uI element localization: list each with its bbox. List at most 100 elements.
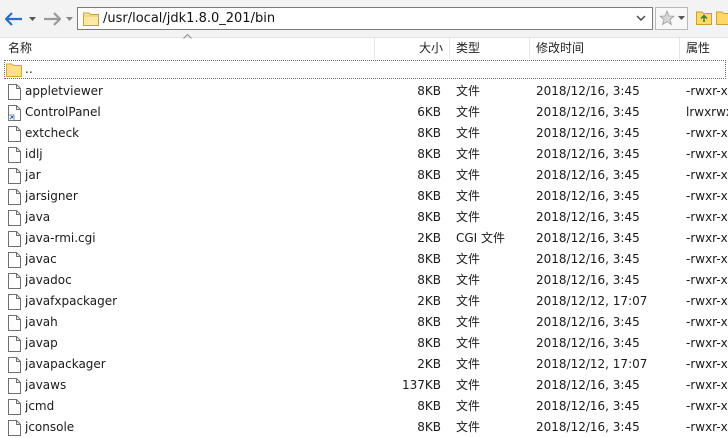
file-row[interactable]: jar 8KB 文件 2018/12/16, 3:45 -rwxr-xr-x <box>0 165 728 186</box>
file-size: 8KB <box>417 168 441 182</box>
file-icon <box>8 378 21 394</box>
file-row[interactable]: javap 8KB 文件 2018/12/16, 3:45 -rwxr-xr-x <box>0 333 728 354</box>
file-row[interactable]: idlj 8KB 文件 2018/12/16, 3:45 -rwxr-xr-x <box>0 144 728 165</box>
file-attributes: -rwxr-xr-x <box>686 399 728 413</box>
file-name: javapackager <box>25 357 106 371</box>
file-row[interactable]: jarsigner 8KB 文件 2018/12/16, 3:45 -rwxr-xr-x <box>0 186 728 207</box>
file-type: 文件 <box>456 210 481 224</box>
file-attributes: -rwxr-xr-x <box>686 378 728 392</box>
file-size: 8KB <box>417 315 441 329</box>
file-icon <box>8 126 21 142</box>
file-name: jarsigner <box>25 189 78 203</box>
column-header-type[interactable]: 类型 <box>450 38 530 59</box>
file-type: 文件 <box>456 294 481 308</box>
file-size: 8KB <box>417 210 441 224</box>
file-name: javah <box>25 315 58 329</box>
file-attributes: -rwxr-xr-x <box>686 168 728 182</box>
file-modified: 2018/12/16, 3:45 <box>536 336 640 350</box>
file-row[interactable]: javafxpackager 2KB 文件 2018/12/12, 17:07 -rwx… <box>0 291 728 312</box>
file-modified: 2018/12/12, 17:07 <box>536 357 648 371</box>
file-type: 文件 <box>456 168 481 182</box>
file-row[interactable]: extcheck 8KB 文件 2018/12/16, 3:45 -rwxr-xr-x <box>0 123 728 144</box>
file-name: jcmd <box>25 399 55 413</box>
file-name: appletviewer <box>25 84 103 98</box>
file-size: 8KB <box>417 273 441 287</box>
file-size: 6KB <box>417 105 441 119</box>
file-icon <box>8 273 21 289</box>
file-row[interactable]: javapackager 2KB 文件 2018/12/12, 17:07 -rwxr-… <box>0 354 728 375</box>
column-header-modified-label: 修改时间 <box>536 41 585 55</box>
file-name: javac <box>25 252 57 266</box>
file-size: 8KB <box>417 126 441 140</box>
file-row[interactable]: appletviewer 8KB 文件 2018/12/16, 3:45 -rwxr-x… <box>0 81 728 102</box>
file-modified: 2018/12/16, 3:45 <box>536 84 640 98</box>
shortcut-icon <box>8 105 21 121</box>
file-icon <box>8 168 21 184</box>
column-header-size[interactable]: 大小 <box>375 38 450 59</box>
chevron-down-icon[interactable] <box>636 13 646 23</box>
file-type: 文件 <box>456 147 481 161</box>
file-attributes: -rwxr-xr-x <box>686 189 728 203</box>
file-name: extcheck <box>25 126 80 140</box>
file-modified: 2018/12/16, 3:45 <box>536 105 640 119</box>
star-icon <box>659 10 675 26</box>
file-size: 2KB <box>417 294 441 308</box>
file-type: 文件 <box>456 105 481 119</box>
caret-down-icon <box>28 17 36 21</box>
file-row[interactable]: java 8KB 文件 2018/12/16, 3:45 -rwxr-xr-x <box>0 207 728 228</box>
back-button[interactable] <box>3 9 25 29</box>
column-header-name[interactable]: 名称 <box>0 34 375 59</box>
column-header-attributes[interactable]: 属性 <box>680 38 728 59</box>
column-header-modified[interactable]: 修改时间 <box>530 38 680 59</box>
forward-button[interactable] <box>41 9 63 29</box>
file-icon <box>8 420 21 436</box>
file-attributes: -rwxr-xr-x <box>686 126 728 140</box>
file-type: CGI 文件 <box>456 231 506 245</box>
back-history-dropdown[interactable] <box>26 9 38 29</box>
file-icon <box>8 294 21 310</box>
file-row[interactable]: javaws 137KB 文件 2018/12/16, 3:45 -rwxr-xr-x <box>0 375 728 396</box>
file-type: 文件 <box>456 126 481 140</box>
address-bar[interactable]: /usr/local/jdk1.8.0_201/bin <box>77 7 653 30</box>
parent-directory-row[interactable]: .. <box>0 59 728 81</box>
file-row[interactable]: javah 8KB 文件 2018/12/16, 3:45 -rwxr-xr-x <box>0 312 728 333</box>
forward-history-dropdown[interactable] <box>63 9 75 29</box>
parent-folder-icon[interactable] <box>696 10 712 25</box>
file-name: java-rmi.cgi <box>25 231 96 245</box>
file-size: 8KB <box>417 399 441 413</box>
file-row[interactable]: ControlPanel 6KB 文件 2018/12/16, 3:45 lrwxrwx… <box>0 102 728 123</box>
file-name: javafxpackager <box>25 294 118 308</box>
file-type: 文件 <box>456 336 481 350</box>
caret-down-icon <box>678 16 685 20</box>
column-header-type-label: 类型 <box>456 41 481 55</box>
file-type: 文件 <box>456 315 481 329</box>
column-header-name-label: 名称 <box>8 41 33 55</box>
file-icon <box>8 315 21 331</box>
file-size: 8KB <box>417 84 441 98</box>
file-type: 文件 <box>456 273 481 287</box>
file-row[interactable]: javac 8KB 文件 2018/12/16, 3:45 -rwxr-xr-x <box>0 249 728 270</box>
file-row[interactable]: javadoc 8KB 文件 2018/12/16, 3:45 -rwxr-xr-x <box>0 270 728 291</box>
file-attributes: -rwxr-xr-x <box>686 147 728 161</box>
bookmark-button[interactable] <box>655 7 688 30</box>
arrow-right-icon <box>44 12 61 26</box>
file-size: 8KB <box>417 252 441 266</box>
file-icon <box>8 189 21 205</box>
arrow-left-icon <box>5 12 22 26</box>
file-size: 8KB <box>417 336 441 350</box>
file-size: 8KB <box>417 189 441 203</box>
root-folder-icon[interactable] <box>716 10 728 25</box>
address-path[interactable]: /usr/local/jdk1.8.0_201/bin <box>103 8 275 29</box>
file-type: 文件 <box>456 84 481 98</box>
file-row[interactable]: jcmd 8KB 文件 2018/12/16, 3:45 -rwxr-xr-x <box>0 396 728 417</box>
file-row[interactable]: java-rmi.cgi 2KB CGI 文件 2018/12/16, 3:45 -rw… <box>0 228 728 249</box>
file-icon <box>8 252 21 268</box>
file-name: idlj <box>25 147 43 161</box>
file-icon <box>8 84 21 100</box>
file-size: 137KB <box>401 378 441 392</box>
file-size: 2KB <box>417 357 441 371</box>
parent-directory-label: .. <box>25 62 33 76</box>
caret-down-icon <box>65 17 73 21</box>
file-modified: 2018/12/16, 3:45 <box>536 210 640 224</box>
file-modified: 2018/12/16, 3:45 <box>536 378 640 392</box>
